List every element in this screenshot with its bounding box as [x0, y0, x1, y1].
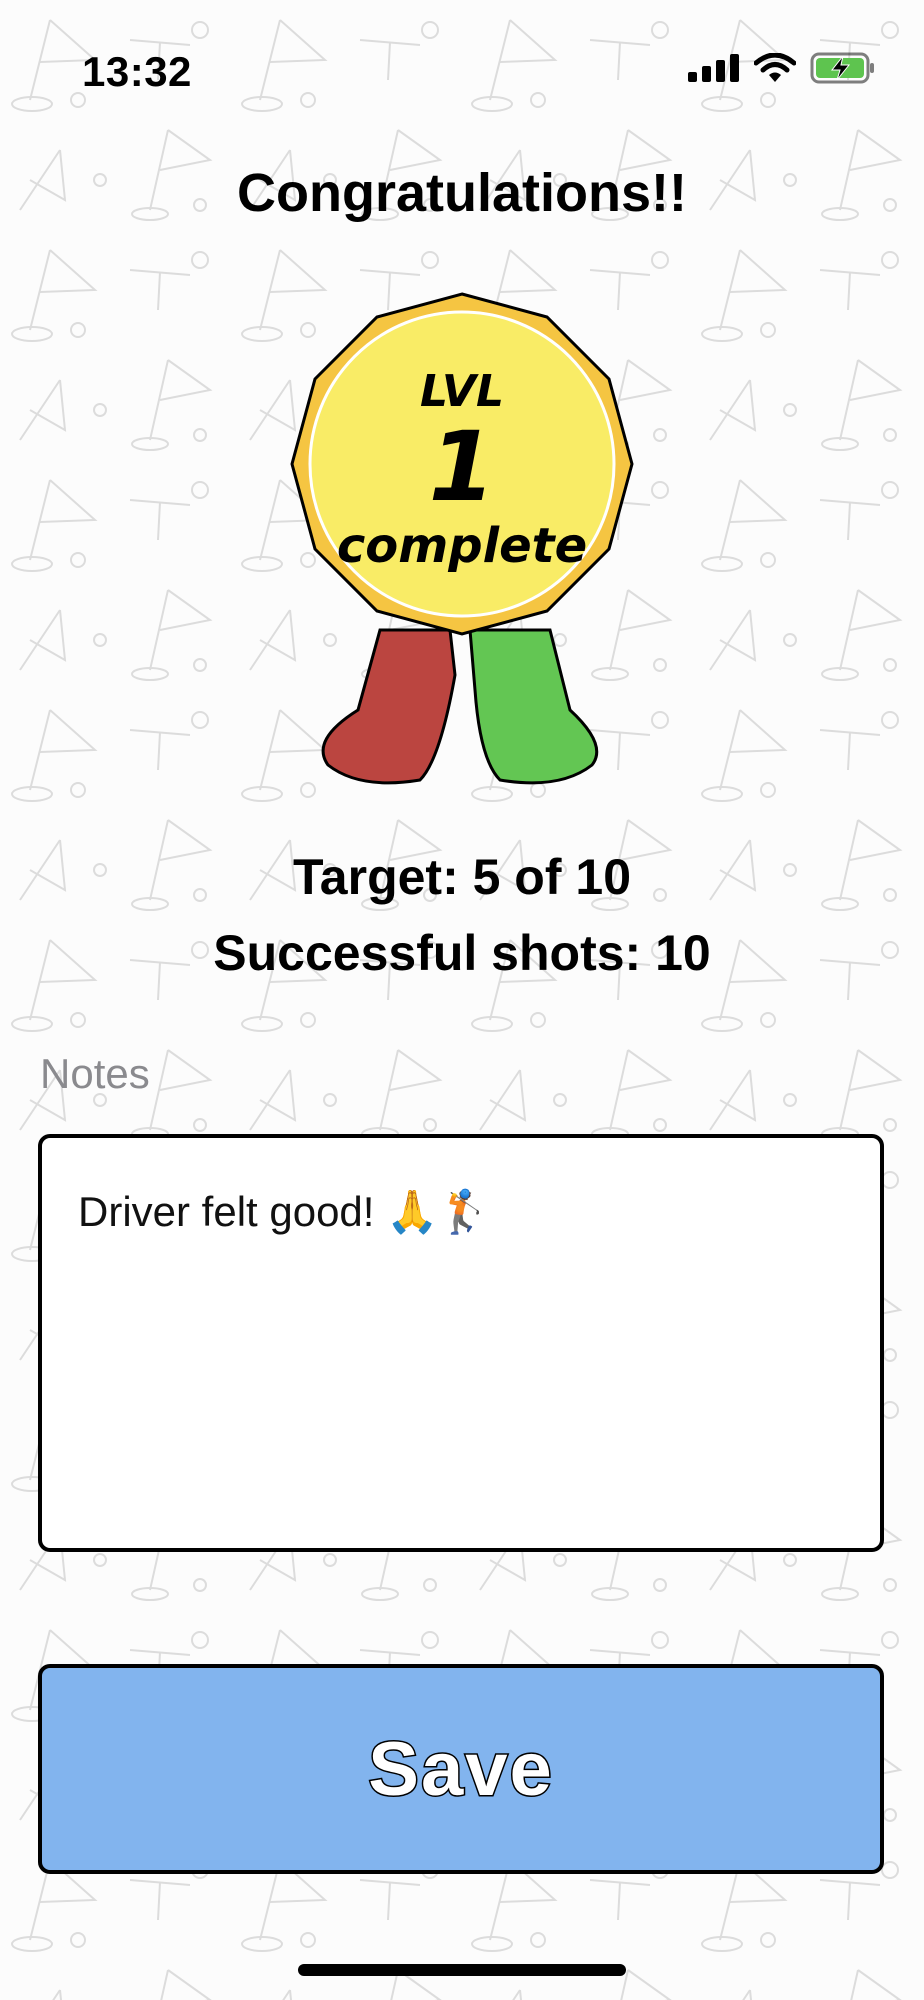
wifi-icon — [754, 53, 796, 82]
level-complete-badge: LVL 1 complete — [290, 292, 634, 785]
battery-charging-icon — [810, 52, 874, 84]
signal-icon — [688, 54, 739, 82]
badge-line1: LVL — [420, 366, 504, 417]
status-icons — [688, 52, 876, 84]
page-title: Congratulations!! — [237, 163, 687, 223]
badge-line2: 1 — [429, 411, 496, 523]
save-button[interactable]: Save — [38, 1664, 884, 1874]
ribbon-left — [321, 628, 457, 785]
notes-text: Driver felt good! 🙏🏌️ — [78, 1188, 491, 1235]
target-stat: Target: 5 of 10 — [292, 849, 632, 905]
status-time: 13:32 — [82, 48, 192, 95]
notes-label: Notes — [40, 1050, 150, 1097]
ribbon-right — [468, 628, 599, 785]
home-indicator — [298, 1964, 626, 1976]
badge-line3: complete — [337, 518, 587, 574]
notes-textarea[interactable]: Driver felt good! 🙏🏌️ — [38, 1134, 884, 1552]
successful-shots-stat: Successful shots: 10 — [213, 925, 711, 981]
save-button-label: Save — [367, 1725, 554, 1813]
